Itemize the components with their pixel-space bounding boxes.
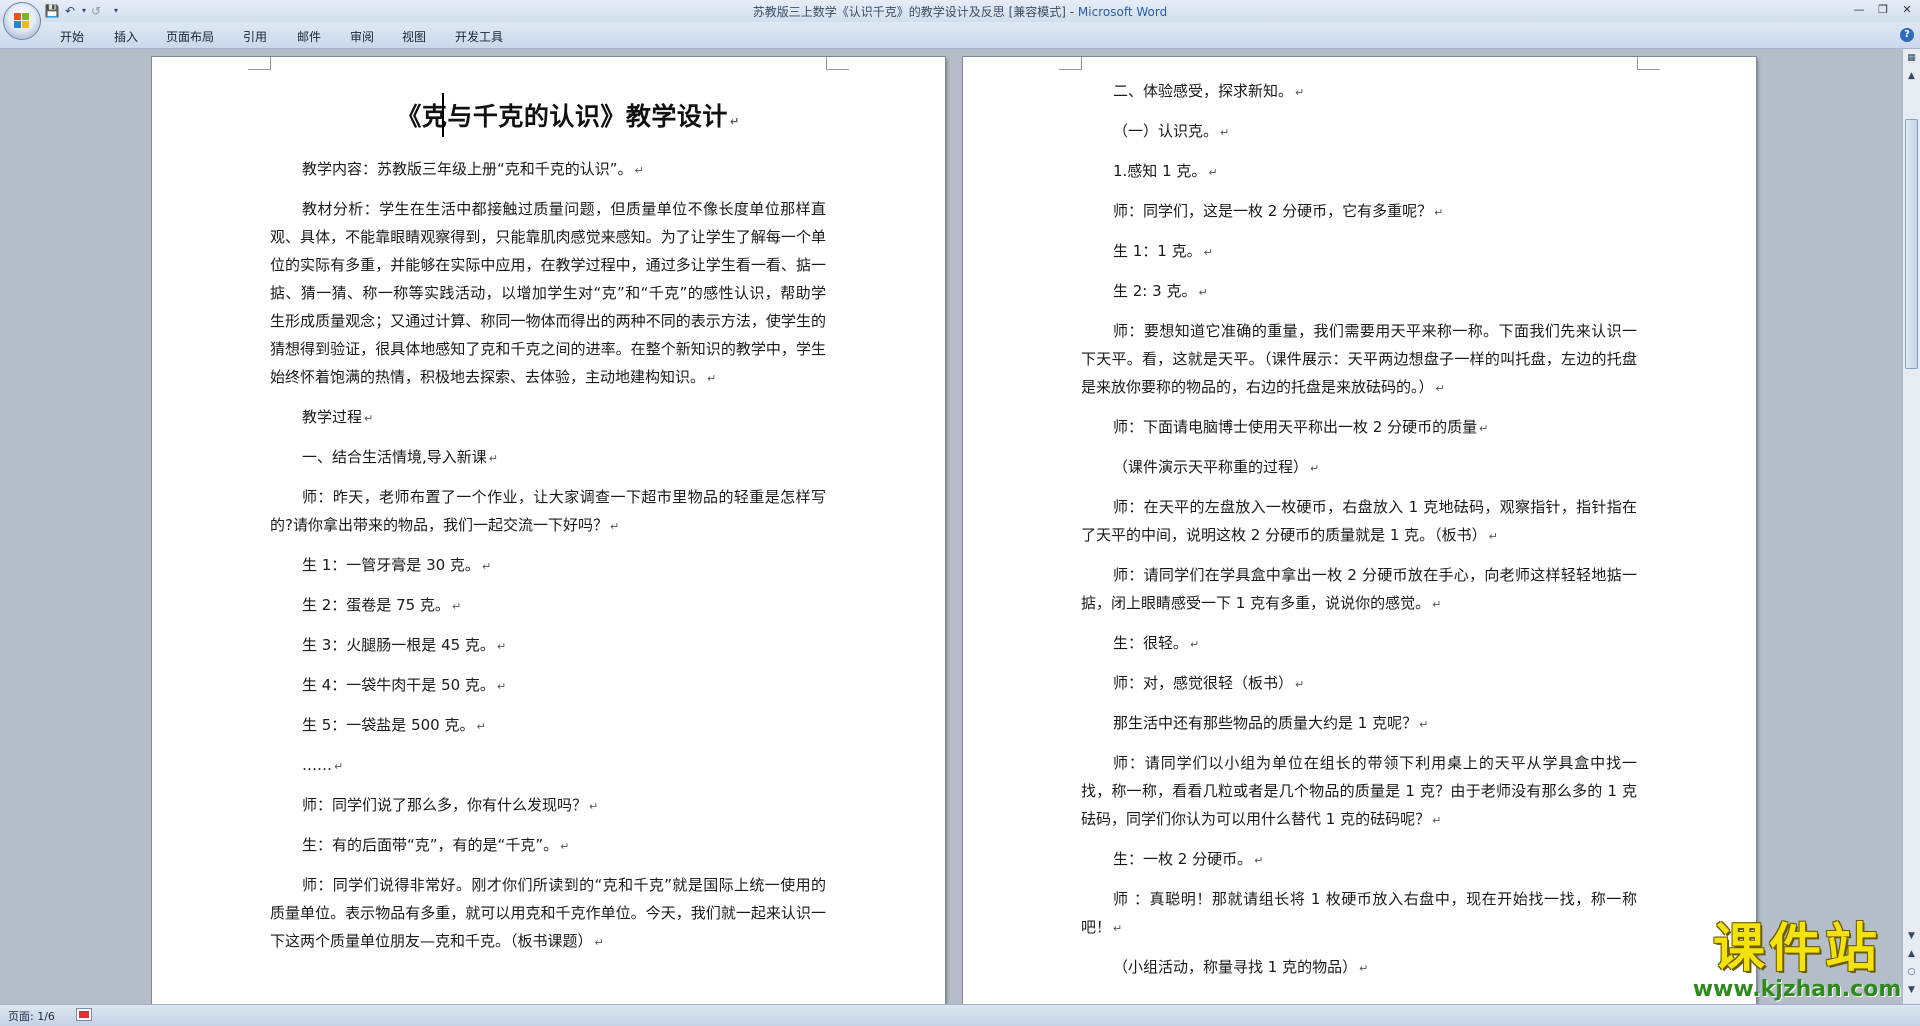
office-button[interactable] bbox=[3, 2, 41, 40]
heading-text: 《克与千克的认识》教学设计 bbox=[396, 102, 728, 131]
watermark-url: www.kjzhan.com bbox=[1692, 977, 1902, 1002]
app-name: Microsoft Word bbox=[1077, 5, 1168, 19]
scroll-thumb[interactable] bbox=[1905, 119, 1918, 369]
paragraph: 教学过程 ↵ bbox=[302, 408, 374, 426]
page-2-content[interactable]: 二、体验感受，探求新知。 ↵ （一）认识克。 ↵ 1.感知 1 克。 ↵ 师：同学们，… bbox=[1081, 77, 1637, 993]
crop-mark bbox=[1637, 57, 1660, 70]
watermark-logo: 课件站 www.kjzhan.com bbox=[1682, 920, 1912, 1002]
vertical-scrollbar[interactable]: ▦ ▲ ▼ ▲ ○ ▼ bbox=[1902, 49, 1920, 1004]
help-icon[interactable]: ? bbox=[1900, 28, 1914, 42]
close-icon[interactable]: ✕ bbox=[1896, 2, 1918, 18]
paragraph: 师：在天平的左盘放入一枚硬币，右盘放入 1 克地砝码，观察指针，指针指在了天平的… bbox=[1081, 498, 1637, 544]
paragraph: 生：一枚 2 分硬币。 ↵ bbox=[1113, 850, 1264, 868]
paragraph: 生 1：1 克。 ↵ bbox=[1113, 242, 1213, 260]
paragraph: 生 5：一袋盐是 500 克。 ↵ bbox=[302, 716, 486, 734]
paragraph: 师：要想知道它准确的重量，我们需要用天平来称一称。下面我们先来认识一下天平。看，… bbox=[1081, 322, 1637, 396]
crop-mark bbox=[248, 57, 271, 70]
tab-developer[interactable]: 开发工具 bbox=[455, 28, 503, 45]
page-2[interactable]: 二、体验感受，探求新知。 ↵ （一）认识克。 ↵ 1.感知 1 克。 ↵ 师：同学们，… bbox=[963, 57, 1756, 1004]
tab-references[interactable]: 引用 bbox=[243, 28, 267, 45]
paragraph: 师：对，感觉很轻（板书） ↵ bbox=[1113, 674, 1305, 692]
paragraph-mark: ↵ bbox=[729, 115, 740, 128]
office-logo-icon bbox=[14, 13, 30, 29]
paragraph: 师：同学们说了那么多，你有什么发现吗？ ↵ bbox=[302, 796, 599, 814]
restore-icon[interactable]: ❐ bbox=[1872, 2, 1894, 18]
paragraph: 生：很轻。 ↵ bbox=[1113, 634, 1200, 652]
paragraph: 生 4：一袋牛肉干是 50 克。 ↵ bbox=[302, 676, 507, 694]
paragraph: 1.感知 1 克。 ↵ bbox=[1113, 162, 1218, 180]
document-heading: 《克与千克的认识》教学设计 ↵ bbox=[270, 93, 826, 137]
paragraph: 生：有的后面带“克”，有的是“千克”。 ↵ bbox=[302, 836, 570, 854]
crop-mark bbox=[826, 57, 849, 70]
title-bar: 💾 ↶ ▾ ↺ ▾ 苏教版三上数学《认识千克》的教学设计及反思 [兼容模式] -… bbox=[0, 0, 1920, 40]
tab-insert[interactable]: 插入 bbox=[114, 28, 138, 45]
paragraph: 师：请同学们在学具盒中拿出一枚 2 分硬币放在手心，向老师这样轻轻地掂一掂，闭上… bbox=[1081, 566, 1637, 612]
paragraph: （一）认识克。 ↵ bbox=[1113, 122, 1230, 140]
status-bar: 页面: 1/6 bbox=[0, 1004, 1920, 1026]
paragraph: 一、结合生活情境,导入新课 ↵ bbox=[302, 448, 498, 466]
paragraph: 师：请同学们以小组为单位在组长的带领下利用桌上的天平从学具盒中找一找，称一称，看… bbox=[1081, 754, 1637, 828]
paragraph: 师：同学们，这是一枚 2 分硬币，它有多重呢？ ↵ bbox=[1113, 202, 1444, 220]
document-area[interactable]: 《克与千克的认识》教学设计 ↵ 教学内容：苏教版三年级上册“克和千克的认识”。 ↵ … bbox=[0, 49, 1902, 1004]
ribbon-tab-bar: 开始 插入 页面布局 引用 邮件 审阅 视图 开发工具 ? bbox=[0, 22, 1920, 49]
paragraph: （小组活动，称量寻找 1 克的物品） ↵ bbox=[1113, 958, 1369, 976]
tab-mailings[interactable]: 邮件 bbox=[297, 28, 321, 45]
page-1-content[interactable]: 《克与千克的认识》教学设计 ↵ 教学内容：苏教版三年级上册“克和千克的认识”。 ↵ … bbox=[270, 93, 826, 967]
page-1[interactable]: 《克与千克的认识》教学设计 ↵ 教学内容：苏教版三年级上册“克和千克的认识”。 ↵ … bbox=[152, 57, 945, 1004]
paragraph: 那生活中还有那些物品的质量大约是 1 克呢？ ↵ bbox=[1113, 714, 1429, 732]
paragraph: 生 1：一管牙膏是 30 克。 ↵ bbox=[302, 556, 492, 574]
window-title: 苏教版三上数学《认识千克》的教学设计及反思 [兼容模式] - Microsoft… bbox=[0, 3, 1920, 20]
paragraph: 教学内容：苏教版三年级上册“克和千克的认识”。 ↵ bbox=[302, 160, 644, 178]
document-title: 苏教版三上数学《认识千克》的教学设计及反思 [兼容模式] - bbox=[752, 5, 1078, 19]
page-counter[interactable]: 页面: 1/6 bbox=[8, 1008, 55, 1024]
tab-home[interactable]: 开始 bbox=[60, 28, 84, 45]
paragraph: （课件演示天平称重的过程） ↵ bbox=[1113, 458, 1320, 476]
paragraph: 二、体验感受，探求新知。 ↵ bbox=[1113, 82, 1305, 100]
paragraph: 师 ：真聪明！那就请组长将 1 枚硬币放入右盘中，现在开始找一找，称一称吧！ ↵ bbox=[1081, 890, 1637, 936]
ruler-toggle-icon[interactable]: ▦ bbox=[1904, 51, 1919, 66]
tab-page-layout[interactable]: 页面布局 bbox=[166, 28, 214, 45]
paragraph: 生 2: 3 克。 ↵ bbox=[1113, 282, 1208, 300]
paragraph: 生 2：蛋卷是 75 克。 ↵ bbox=[302, 596, 462, 614]
paragraph: 师：下面请电脑博士使用天平称出一枚 2 分硬币的质量 ↵ bbox=[1113, 418, 1489, 436]
paragraph: 教材分析：学生在生活中都接触过质量问题，但质量单位不像长度单位那样直观、具体，不… bbox=[270, 200, 826, 386]
proofing-status-icon[interactable] bbox=[76, 1008, 92, 1021]
paragraph: 师：同学们说得非常好。刚才你们所读到的“克和千克”就是国际上统一使用的质量单位。… bbox=[270, 876, 826, 950]
paragraph: 师：昨天，老师布置了一个作业，让大家调查一下超市里物品的轻重是怎样写的?请你拿出… bbox=[270, 488, 826, 534]
minimize-icon[interactable]: — bbox=[1848, 2, 1870, 18]
watermark-main-text: 课件站 bbox=[1712, 919, 1881, 979]
paragraph: …… ↵ bbox=[302, 756, 344, 774]
text-cursor bbox=[442, 93, 444, 137]
paragraph: 生 3：火腿肠一根是 45 克。 ↵ bbox=[302, 636, 507, 654]
scroll-up-icon[interactable]: ▲ bbox=[1904, 69, 1919, 84]
tab-view[interactable]: 视图 bbox=[402, 28, 426, 45]
crop-mark bbox=[1059, 57, 1082, 70]
tab-review[interactable]: 审阅 bbox=[350, 28, 374, 45]
